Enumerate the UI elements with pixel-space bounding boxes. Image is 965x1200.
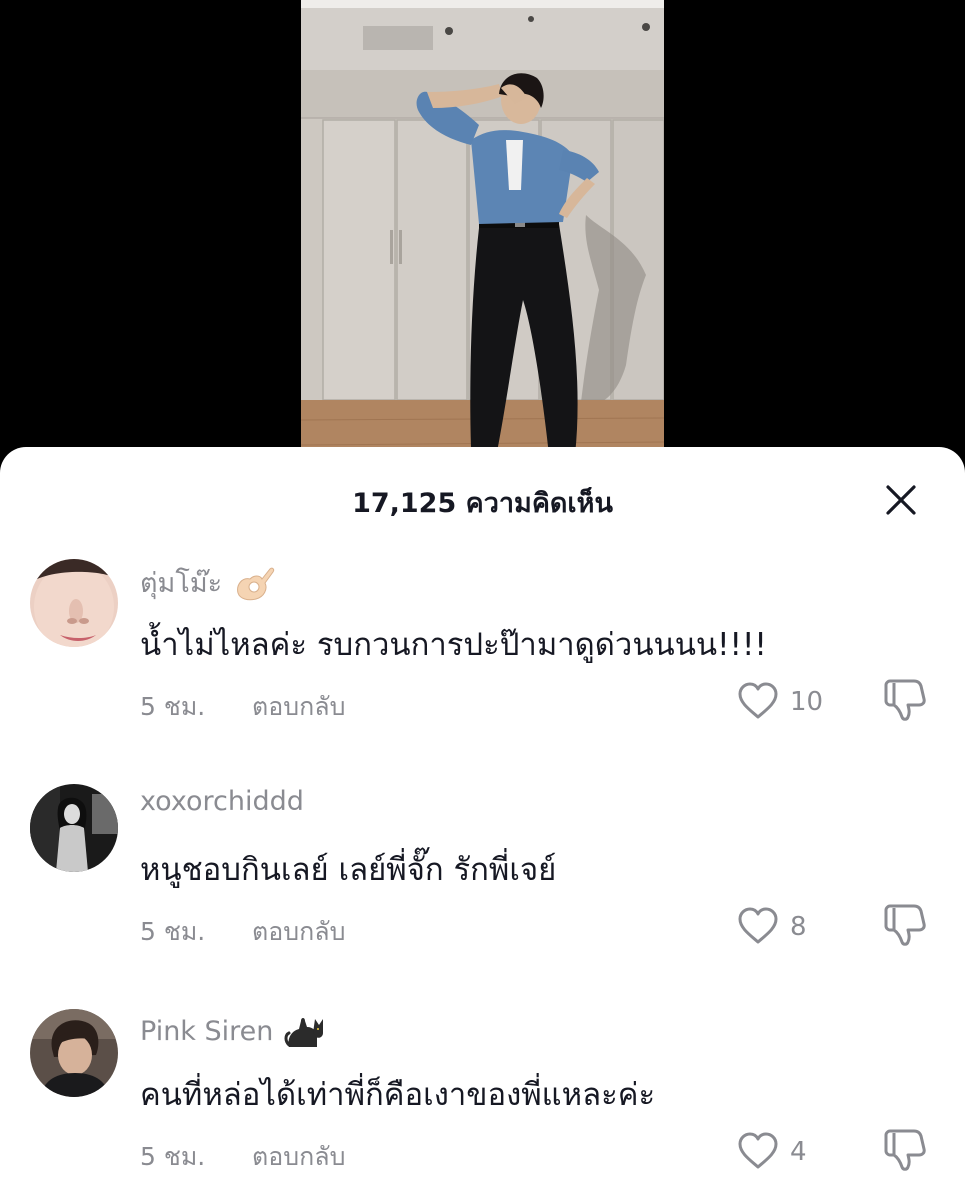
comment-text: น้ำไม่ไหลค่ะ รบกวนการปะป๊ามาดูด่วนนนน!!!…: [140, 627, 767, 663]
avatar[interactable]: [30, 1009, 118, 1097]
dislike-button[interactable]: [882, 1127, 928, 1173]
reply-button[interactable]: ตอบกลับ: [252, 912, 345, 952]
comments-sheet: 17,125 ความคิดเห็น ตุ่มโม๊ะ น้ำไม่ไหลค่ะ…: [0, 447, 965, 1200]
avatar-image: [30, 559, 118, 647]
username-text: xoxorchiddd: [140, 786, 304, 817]
dislike-button[interactable]: [882, 677, 928, 723]
comment-count-title: 17,125 ความคิดเห็น: [352, 488, 613, 519]
thumbs-down-icon: [884, 904, 926, 946]
avatar[interactable]: [30, 559, 118, 647]
comment-text: คนที่หล่อได้เท่าพี่ก็คือเงาของพี่แหละค่ะ: [140, 1077, 656, 1113]
heart-icon: [738, 907, 778, 944]
comment-item: ตุ่มโม๊ะ น้ำไม่ไหลค่ะ รบกวนการปะป๊ามาดูด…: [0, 559, 965, 759]
close-button[interactable]: [880, 479, 922, 521]
like-button[interactable]: [736, 906, 780, 946]
avatar[interactable]: [30, 784, 118, 872]
username-text: ตุ่มโม๊ะ: [140, 568, 223, 599]
like-count: 8: [790, 912, 807, 942]
black-cat-emoji-icon: [283, 1011, 327, 1051]
username[interactable]: Pink Siren: [140, 1011, 327, 1051]
username[interactable]: xoxorchiddd: [140, 786, 304, 817]
comment-timestamp: 5 ชม.: [140, 1142, 206, 1171]
dislike-button[interactable]: [882, 902, 928, 948]
video-frame: [301, 0, 664, 470]
comment-text: หนูชอบกินเลย์ เลย์พี่จั๊ก รักพี่เจย์: [140, 852, 557, 888]
reply-button[interactable]: ตอบกลับ: [252, 687, 345, 727]
like-count: 10: [790, 687, 824, 717]
comment-item: Pink Siren คนที่หล่อได้เท่าพี่ก็คือเงาขอ…: [0, 1009, 965, 1200]
avatar-image: [30, 1009, 118, 1097]
comment-item: xoxorchiddd หนูชอบกินเลย์ เลย์พี่จั๊ก รั…: [0, 784, 965, 984]
heart-icon: [738, 1132, 778, 1169]
like-button[interactable]: [736, 681, 780, 721]
comments-header: 17,125 ความคิดเห็น: [0, 477, 965, 521]
thumbs-down-icon: [884, 1129, 926, 1171]
screen: 17,125 ความคิดเห็น ตุ่มโม๊ะ น้ำไม่ไหลค่ะ…: [0, 0, 965, 1200]
video-player[interactable]: [301, 0, 664, 470]
username-text: Pink Siren: [140, 1015, 274, 1047]
thumbs-down-icon: [884, 679, 926, 721]
reply-button[interactable]: ตอบกลับ: [252, 1137, 345, 1177]
like-button[interactable]: [736, 1131, 780, 1171]
like-count: 4: [790, 1137, 807, 1167]
username[interactable]: ตุ่มโม๊ะ: [140, 561, 276, 604]
comment-timestamp: 5 ชม.: [140, 692, 206, 721]
ok-hand-emoji-icon: [232, 563, 276, 603]
avatar-image: [30, 784, 118, 872]
heart-icon: [738, 682, 778, 719]
comment-timestamp: 5 ชม.: [140, 917, 206, 946]
close-icon: [886, 485, 916, 515]
